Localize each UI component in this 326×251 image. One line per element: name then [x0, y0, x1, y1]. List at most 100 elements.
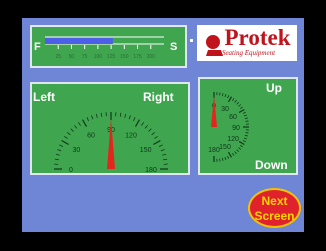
- left-gauge-tick: [81, 119, 88, 127]
- left-gauge-tick-label: 120: [125, 132, 137, 139]
- progress-tick-label: 175: [133, 54, 142, 60]
- left-gauge-tick: [95, 113, 98, 118]
- right-gauge-tick: [227, 151, 233, 158]
- left-gauge-tick: [64, 135, 68, 139]
- left-right-gauge: 0306090120150180 Left Right: [33, 90, 174, 174]
- left-gauge-tick: [160, 149, 165, 152]
- right-gauge-needle: [211, 95, 217, 127]
- right-gauge-tick: [238, 140, 245, 146]
- left-gauge-tick: [141, 122, 145, 126]
- right-gauge-tick: [227, 95, 230, 99]
- left-gauge-tick: [151, 132, 155, 136]
- progress-fill: [45, 38, 113, 44]
- right-gauge-tick: [243, 114, 248, 117]
- right-gauge-tick: [238, 108, 245, 114]
- right-gauge-tick-label: 60: [229, 114, 237, 121]
- logo-text: Protek: [224, 25, 291, 50]
- right-label: Right: [143, 90, 174, 104]
- progress-bar-svg: 25 50 75 100 125 150 175 200 F S: [34, 36, 177, 60]
- progress-tick-label: 25: [55, 54, 61, 60]
- progress-tick-label: 100: [94, 54, 103, 60]
- left-gauge-tick: [59, 144, 64, 147]
- right-gauge-tick: [245, 120, 249, 122]
- right-gauge-tick-label: 120: [227, 136, 239, 143]
- right-gauge-tick: [238, 147, 242, 150]
- progress-ticks: 25 50 75 100 125 150 175 200: [55, 45, 155, 60]
- right-gauge-tick: [232, 98, 235, 102]
- right-gauge-tick: [236, 101, 240, 105]
- left-gauge-tick: [55, 153, 60, 156]
- right-gauge-tick: [219, 158, 221, 162]
- right-gauge-tick: [242, 140, 246, 143]
- left-gauge-tick: [163, 158, 168, 161]
- right-gauge-tick: [232, 152, 235, 156]
- right-gauge-tick: [224, 93, 227, 98]
- progress-start-label: F: [34, 41, 41, 53]
- left-gauge-tick: [124, 113, 127, 118]
- right-gauge-tick: [219, 92, 221, 96]
- next-screen-button[interactable]: Next Screen: [248, 188, 301, 228]
- right-gauge-tick: [239, 145, 243, 148]
- right-gauge-tick: [221, 93, 224, 97]
- progress-panel: 25 50 75 100 125 150 175 200 F S: [30, 25, 187, 68]
- up-down-gauge: 0306090120150180 Up Down: [208, 81, 288, 172]
- progress-tick-label: 50: [69, 54, 75, 60]
- right-gauge-tick: [245, 132, 249, 134]
- left-gauge-tick: [57, 149, 62, 152]
- progress-tick-label: 150: [120, 54, 129, 60]
- right-gauge-tick: [236, 149, 240, 153]
- progress-tick-label: 200: [147, 54, 156, 60]
- left-gauge-tick: [61, 139, 69, 146]
- right-gauge-tick-label: 90: [232, 125, 240, 132]
- logo-tagline: Seating Equipment: [221, 49, 276, 57]
- right-gauge-tick: [238, 104, 242, 107]
- left-gauge-tick: [77, 122, 81, 126]
- left-gauge-tick: [100, 112, 103, 117]
- left-gauge-tick-label: 30: [72, 147, 80, 154]
- right-gauge-tick: [242, 111, 246, 114]
- left-gauge-tick: [144, 125, 148, 129]
- right-gauge-tick: [234, 99, 237, 103]
- left-gauge-tick: [119, 112, 122, 117]
- left-gauge-tick: [154, 135, 158, 139]
- right-gauge-tick-label: 150: [219, 144, 231, 151]
- next-screen-label-line2: Screen: [254, 209, 295, 223]
- left-gauge-tick: [70, 128, 74, 132]
- left-gauge-tick: [134, 119, 141, 127]
- left-gauge-tick: [67, 132, 71, 136]
- left-gauge-tick-label: 0: [69, 167, 73, 174]
- right-gauge-tick: [234, 151, 237, 155]
- left-gauge-tick: [128, 115, 131, 120]
- device-bezel: 25 50 75 100 125 150 175 200 F S Protek Seating…: [0, 0, 326, 251]
- up-down-gauge-panel: 0306090120150180 Up Down: [198, 77, 298, 175]
- progress-tick-label: 125: [107, 54, 116, 60]
- right-gauge-tick: [239, 106, 243, 109]
- left-gauge-tick: [158, 144, 163, 147]
- right-gauge-tick: [227, 155, 230, 159]
- right-gauge-tick: [244, 117, 248, 120]
- left-gauge-tick: [153, 139, 161, 146]
- left-gauge-needle: [107, 118, 115, 169]
- right-gauge-tick: [221, 157, 224, 161]
- left-gauge-tick: [148, 128, 152, 132]
- left-right-gauge-panel: 0306090120150180 Left Right: [30, 82, 190, 175]
- left-gauge-tick: [86, 117, 89, 122]
- left-gauge-tick: [91, 115, 94, 120]
- left-gauge-tick: [54, 158, 59, 161]
- separator-dot: [190, 39, 193, 42]
- right-gauge-tick-label: 180: [208, 147, 220, 154]
- protek-logo: Protek Seating Equipment: [197, 25, 297, 61]
- left-gauge-tick-label: 60: [87, 132, 95, 139]
- next-screen-label-line1: Next: [261, 194, 288, 208]
- progress-end-label: S: [170, 41, 177, 53]
- right-gauge-tick: [244, 134, 248, 137]
- left-gauge-tick-label: 180: [145, 167, 157, 174]
- left-gauge-tick: [162, 153, 167, 156]
- right-gauge-tick: [243, 137, 248, 140]
- progress-tick-label: 75: [82, 54, 88, 60]
- left-label: Left: [33, 90, 55, 104]
- right-gauge-tick: [227, 96, 233, 103]
- left-gauge-tick: [74, 125, 78, 129]
- down-label: Down: [255, 158, 288, 172]
- right-gauge-tick-label: 30: [221, 106, 229, 113]
